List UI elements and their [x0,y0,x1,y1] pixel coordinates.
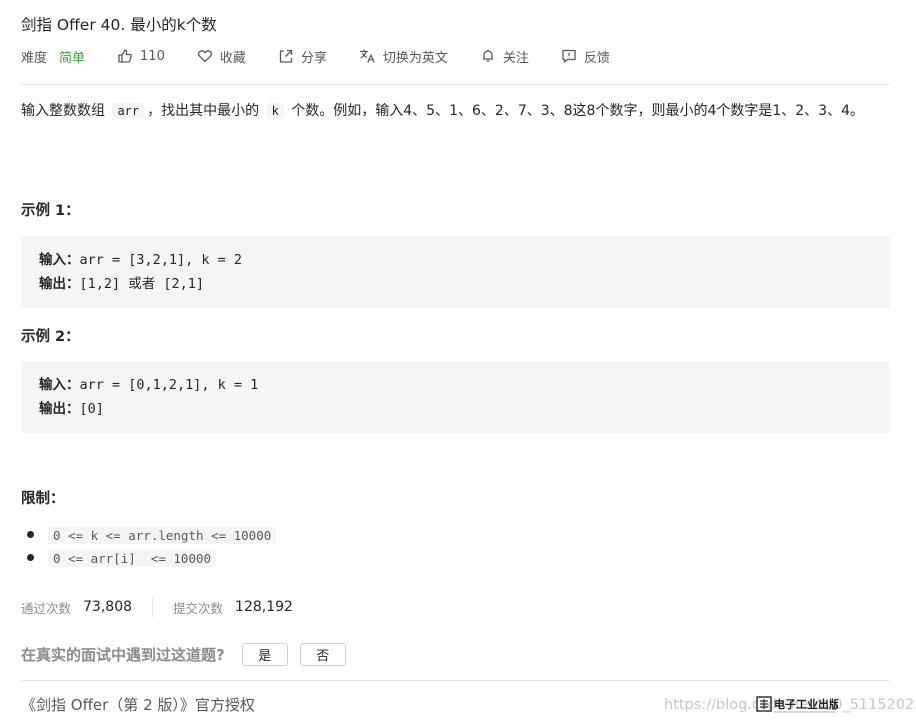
list-item: 0 <= k <= arr.length <= 10000 [26,523,277,546]
inline-code-arr: arr [112,103,145,119]
problem-description: 输入整数数组 arr ，找出其中最小的 k 个数。例如，输入4、5、1、6、2、7… [21,99,890,123]
submitted-value: 128,192 [235,599,293,615]
yes-button[interactable]: 是 [241,643,288,666]
list-item: 0 <= arr[i] <= 10000 [26,546,276,569]
no-button[interactable]: 否 [299,643,346,666]
heart-icon [197,48,213,64]
example-1-output-or: 或者 [128,276,156,292]
divider [21,680,890,681]
limits-list: 0 <= k <= arr.length <= 10000 0 <= arr[i… [21,523,277,569]
svg-text:电子工业出版社: 电子工业出版社 [774,697,838,711]
example-2-code-block: 输入：arr = [0,1,2,1], k = 1 输出：[0] [21,361,890,433]
output-label: 输出： [39,276,80,292]
output-label: 输出： [39,401,80,417]
favorite-button[interactable]: 收藏 [197,47,246,66]
share-icon [278,48,294,64]
translate-icon [359,48,376,64]
problem-title: 剑指 Offer 40. 最小的k个数 [21,16,217,34]
feedback-button[interactable]: 反馈 [561,47,610,66]
submitted-label: 提交次数 [173,600,224,616]
stats-divider [152,597,154,617]
example-1-output-a: [1,2] [79,276,129,292]
follow-label: 关注 [502,50,529,66]
source-note: 《剑指 Offer（第 2 版）》官方授权 [21,696,255,714]
difficulty-value: 简单 [59,50,86,66]
follow-button[interactable]: 关注 [480,47,529,66]
input-label: 输入： [39,252,80,268]
submission-stats: 通过次数 73,808 提交次数 128,192 [21,597,313,617]
switch-language-button[interactable]: 切换为英文 [359,47,448,66]
description-text-1: 输入整数数组 [21,103,110,119]
thumbs-up-icon [117,48,133,64]
feedback-label: 反馈 [583,50,610,66]
example-1-output-b: [2,1] [155,276,205,292]
limits-title: 限制： [21,491,65,507]
example-1-code-block: 输入：arr = [3,2,1], k = 2 输出：[1,2] 或者 [2,1… [21,236,890,308]
difficulty-label: 难度 [21,50,48,66]
inline-code-k: k [266,103,284,119]
input-label: 输入： [39,377,80,393]
example-2-output: [0] [79,401,104,417]
bell-icon [480,48,496,64]
description-text-3: 个数。例如，输入4、5、1、6、2、7、3、8这8个数字，则最小的4个数字是1、… [286,103,864,119]
example-1-title: 示例 1： [21,203,80,219]
share-label: 分享 [300,50,327,66]
description-text-2: ，找出其中最小的 [147,103,264,119]
example-2-title: 示例 2： [21,329,80,345]
feedback-icon [561,48,577,64]
switch-language-label: 切换为英文 [382,50,448,66]
limit-code: 0 <= arr[i] <= 10000 [48,550,217,567]
like-button[interactable]: 110 [117,48,165,64]
interview-question-text: 在真实的面试中遇到过这道题? [21,646,225,664]
favorite-label: 收藏 [219,50,246,66]
accepted-value: 73,808 [83,599,133,615]
share-button[interactable]: 分享 [278,47,327,66]
limit-code: 0 <= k <= arr.length <= 10000 [48,527,277,544]
divider [21,84,890,85]
interview-question: 在真实的面试中遇到过这道题? 是 否 [21,643,358,666]
publisher-logo: 电子工业出版社 [756,694,851,716]
problem-meta-bar: 难度 简单 110 收藏 分享 切换为英文 关注 反馈 [21,46,610,66]
accepted-label: 通过次数 [21,600,72,616]
example-1-input: arr = [3,2,1], k = 2 [79,252,243,268]
like-count: 110 [140,48,165,64]
example-2-input: arr = [0,1,2,1], k = 1 [79,377,259,393]
